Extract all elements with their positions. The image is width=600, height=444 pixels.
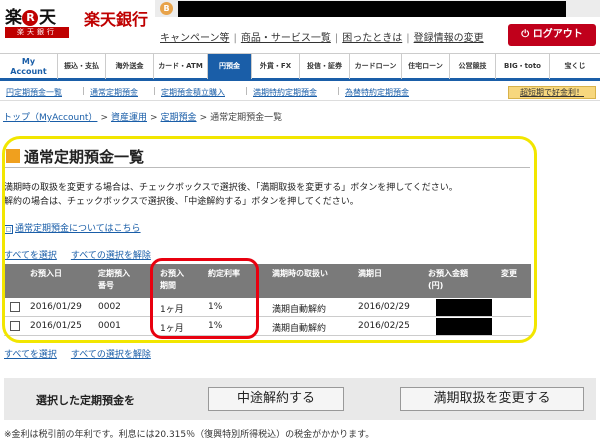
logo-mark: 楽R天 (5, 8, 56, 28)
header-links: キャンペーン等 | 商品・サービス一覧 | 困ったときは | 登録情報の変更 (160, 33, 484, 44)
products-link[interactable]: 商品・サービス一覧 (241, 33, 331, 44)
subnav-installment[interactable]: 定期預金積立購入 (161, 87, 225, 98)
power-icon: ⏻ (521, 29, 533, 40)
campaign-link[interactable]: キャンペーン等 (160, 33, 230, 44)
nav-transfer[interactable]: 振込・支払 (58, 54, 106, 79)
sub-nav: 円定期預金一覧 | 通常定期預金 | 定期預金積立購入 | 満期特約定期預金 |… (0, 85, 600, 101)
nav-big-toto[interactable]: BIG・toto (496, 54, 550, 79)
help-link[interactable]: 困ったときは (342, 33, 402, 44)
action-panel: 選択した定期預金を 中途解約する 満期取扱を変更する (4, 378, 596, 420)
nav-card-atm[interactable]: カード・ATM (154, 54, 208, 79)
subnav-regular-time-deposit[interactable]: 通常定期預金 (90, 87, 138, 98)
breadcrumb-asset[interactable]: 資産運用 (111, 113, 147, 123)
main-nav: My Account 振込・支払 海外送金 カード・ATM 円預金 外貨・FX 投… (0, 53, 600, 81)
subnav-fx-special[interactable]: 為替特約定期預金 (345, 87, 409, 98)
nav-securities[interactable]: 投信・証券 (300, 54, 350, 79)
nav-overseas[interactable]: 海外送金 (106, 54, 154, 79)
deselect-all-link-bottom[interactable]: すべての選択を解除 (71, 350, 151, 360)
highlight-frame-yellow (2, 136, 537, 343)
nav-fx[interactable]: 外貨・FX (252, 54, 300, 79)
member-badge-icon: B (160, 2, 173, 15)
nav-lottery[interactable]: 宝くじ (550, 54, 600, 79)
brand-name: 楽天銀行 (84, 10, 149, 29)
nav-mortgage[interactable]: 住宅ローン (402, 54, 450, 79)
header: 楽R天 楽天銀行 楽天銀行 B キャンペーン等 | 商品・サービス一覧 | 困ったときは… (0, 0, 600, 52)
profile-link[interactable]: 登録情報の変更 (414, 33, 484, 44)
breadcrumb-top[interactable]: トップ（MyAccount） (3, 113, 97, 123)
rakuten-logo[interactable]: 楽R天 楽天銀行 (3, 3, 71, 41)
nav-myaccount[interactable]: My Account (0, 54, 58, 79)
select-all-link-bottom[interactable]: すべてを選択 (4, 350, 57, 360)
promo-banner[interactable]: 超短期で好金利！ (508, 86, 596, 99)
breadcrumb-time-deposit[interactable]: 定期預金 (161, 113, 197, 123)
subnav-yen-time-deposit-list[interactable]: 円定期預金一覧 (6, 87, 62, 98)
breadcrumb-current: 通常定期預金一覧 (210, 113, 283, 123)
redacted-account-info (178, 1, 566, 17)
action-label: 選択した定期預金を (36, 394, 135, 407)
select-controls-bottom: すべてを選択 すべての選択を解除 (4, 347, 165, 360)
logo-subtext: 楽天銀行 (5, 27, 69, 38)
early-cancel-button[interactable]: 中途解約する (208, 387, 344, 411)
nav-public-race[interactable]: 公営競技 (450, 54, 496, 79)
change-maturity-button[interactable]: 満期取扱を変更する (400, 387, 584, 411)
highlight-frame-red (150, 258, 259, 339)
nav-card-loan[interactable]: カードローン (350, 54, 402, 79)
subnav-maturity-special[interactable]: 満期特約定期預金 (253, 87, 317, 98)
nav-yen-deposit[interactable]: 円預金 (208, 54, 252, 79)
tax-footnote: ※金利は税引前の年利です。利息には20.315％（復興特別所得税込）の税金がかか… (4, 430, 375, 440)
breadcrumb: トップ（MyAccount） > 資産運用 > 定期預金 > 通常定期預金一覧 (3, 113, 283, 123)
logout-button[interactable]: ⏻ ログアウト (508, 24, 596, 46)
